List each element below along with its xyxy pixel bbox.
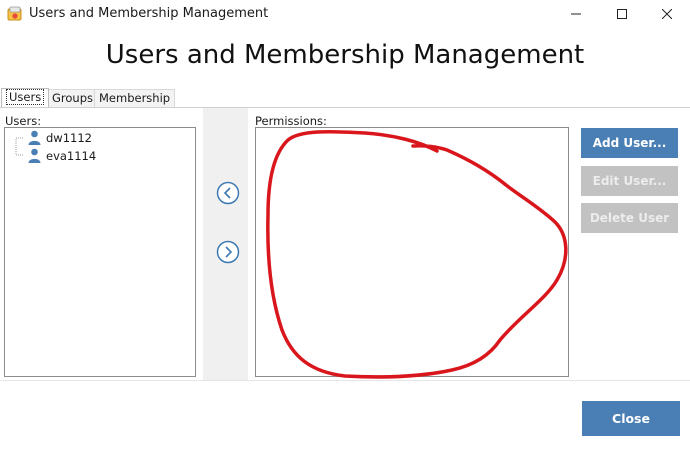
- window-close-button[interactable]: [644, 0, 690, 28]
- title-bar: Users and Membership Management: [0, 0, 690, 28]
- tab-membership[interactable]: Membership: [94, 89, 176, 107]
- tab-groups[interactable]: Groups: [47, 89, 99, 107]
- window-title: Users and Membership Management: [29, 6, 269, 21]
- permissions-label: Permissions:: [255, 114, 327, 128]
- page-title: Users and Membership Management: [105, 40, 585, 70]
- list-item[interactable]: eva1114: [28, 148, 96, 163]
- minimize-button[interactable]: [553, 0, 599, 28]
- add-user-button[interactable]: Add User...: [581, 128, 678, 158]
- maximize-button[interactable]: [599, 0, 645, 28]
- user-name: eva1114: [46, 148, 97, 163]
- permissions-list[interactable]: [255, 127, 569, 377]
- user-icon: [28, 130, 41, 145]
- minimize-icon: [571, 13, 581, 15]
- tab-users[interactable]: Users: [1, 88, 50, 107]
- user-icon: [28, 148, 41, 163]
- edit-user-button[interactable]: Edit User...: [581, 166, 678, 196]
- app-icon: [7, 6, 22, 21]
- arrow-left-circle-icon[interactable]: [216, 181, 240, 205]
- users-label: Users:: [5, 114, 42, 128]
- arrow-right-circle-icon[interactable]: [216, 240, 240, 264]
- user-name: dw1112: [46, 130, 92, 145]
- close-icon: [662, 9, 672, 19]
- maximize-icon: [617, 9, 627, 19]
- list-item[interactable]: dw1112: [28, 130, 92, 145]
- close-button[interactable]: Close: [582, 401, 680, 436]
- delete-user-button[interactable]: Delete User: [581, 203, 678, 233]
- users-list[interactable]: [4, 127, 196, 377]
